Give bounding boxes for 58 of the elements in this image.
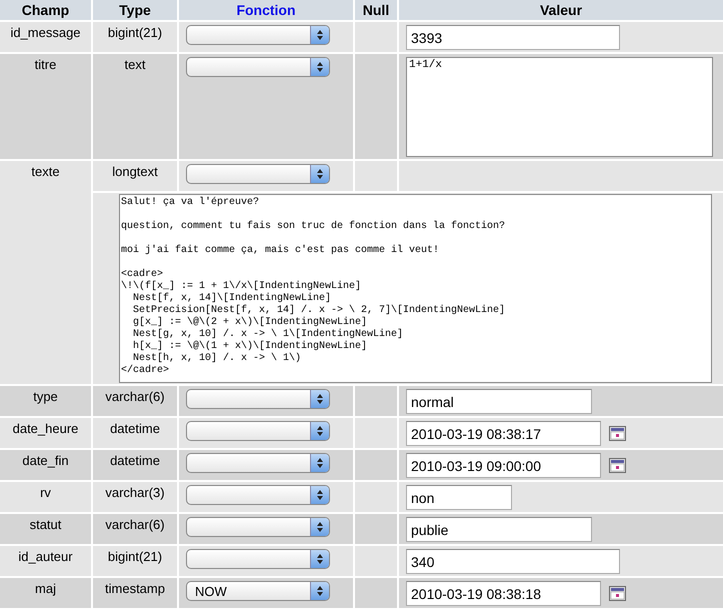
function-select[interactable] xyxy=(186,485,330,505)
function-select[interactable] xyxy=(186,25,330,45)
input-field[interactable]: 2010-03-19 08:38:18 xyxy=(406,581,601,606)
field-type: datetime xyxy=(110,421,160,436)
field-type: varchar(3) xyxy=(105,485,165,500)
stepper-icon xyxy=(310,422,329,440)
input-field[interactable]: 340 xyxy=(406,549,620,574)
field-type: varchar(6) xyxy=(105,517,165,532)
column-header: Champ xyxy=(0,0,91,20)
field-name: date_fin xyxy=(22,453,69,468)
field-name: id_message xyxy=(10,25,81,40)
field-type: text xyxy=(124,57,146,72)
stepper-icon xyxy=(310,390,329,408)
field-type: datetime xyxy=(110,453,160,468)
stepper-icon xyxy=(310,582,329,600)
field-type: longtext xyxy=(112,164,158,179)
field-name: date_heure xyxy=(12,421,78,436)
column-header-link[interactable]: Fonction xyxy=(179,0,353,20)
input-field[interactable]: non xyxy=(406,485,512,510)
stepper-icon xyxy=(310,58,329,76)
stepper-icon xyxy=(310,165,329,183)
text-area[interactable]: Salut! ça va l'épreuve? question, comment tu fais son truc de fonction dans la fonction? moi j'ai fait comme ça, mais c'est pas comme il veut! <cadre> \!\(f[x_] := 1 + 1\/x\[IndentingNewLine] Nest[f, x, 14]\[IndentingNewLine] SetPrecision[Nest[f, x, 14] /. x -> \ 2, 7]\[IndentingNewLine] g[x_] := \@\(2 + x\)\[IndentingNewLine] Nest[g, x, 10] /. x -> \ 1\[IndentingNewLine] h[x_] := \@\(1 + x\)\[IndentingNewLine] Nest[h, x, 10] /. x -> \ 1\) </cadre> xyxy=(119,194,712,383)
function-select[interactable] xyxy=(186,164,330,184)
field-name: rv xyxy=(40,485,51,500)
field-type: bigint(21) xyxy=(108,25,162,40)
field-type: bigint(21) xyxy=(108,549,162,564)
field-name: texte xyxy=(31,164,60,179)
stepper-icon xyxy=(310,518,329,536)
column-header: Type xyxy=(93,0,177,20)
text-area[interactable]: 1+1/x xyxy=(406,57,713,157)
input-field[interactable]: 2010-03-19 08:38:17 xyxy=(406,421,601,446)
function-select[interactable] xyxy=(186,389,330,409)
field-type: timestamp xyxy=(105,581,165,596)
stepper-icon xyxy=(310,454,329,472)
function-select[interactable] xyxy=(186,549,330,569)
calendar-icon[interactable] xyxy=(609,426,626,441)
function-select[interactable]: NOW xyxy=(186,581,330,601)
field-name: titre xyxy=(34,57,56,72)
calendar-icon[interactable] xyxy=(609,586,626,601)
field-name: type xyxy=(33,389,58,404)
stepper-icon xyxy=(310,26,329,44)
input-field[interactable]: publie xyxy=(406,517,592,542)
field-name: maj xyxy=(35,581,56,596)
function-select[interactable] xyxy=(186,517,330,537)
function-select[interactable] xyxy=(186,421,330,441)
calendar-icon[interactable] xyxy=(609,458,626,473)
input-field[interactable]: normal xyxy=(406,389,592,414)
field-type: varchar(6) xyxy=(105,389,165,404)
input-field[interactable]: 3393 xyxy=(406,25,620,50)
column-header: Valeur xyxy=(399,0,723,20)
stepper-icon xyxy=(310,550,329,568)
field-name: id_auteur xyxy=(18,549,73,564)
function-select[interactable] xyxy=(186,57,330,77)
field-name: statut xyxy=(30,517,62,532)
stepper-icon xyxy=(310,486,329,504)
function-select[interactable] xyxy=(186,453,330,473)
input-field[interactable]: 2010-03-19 09:00:00 xyxy=(406,453,601,478)
column-header: Null xyxy=(355,0,397,20)
